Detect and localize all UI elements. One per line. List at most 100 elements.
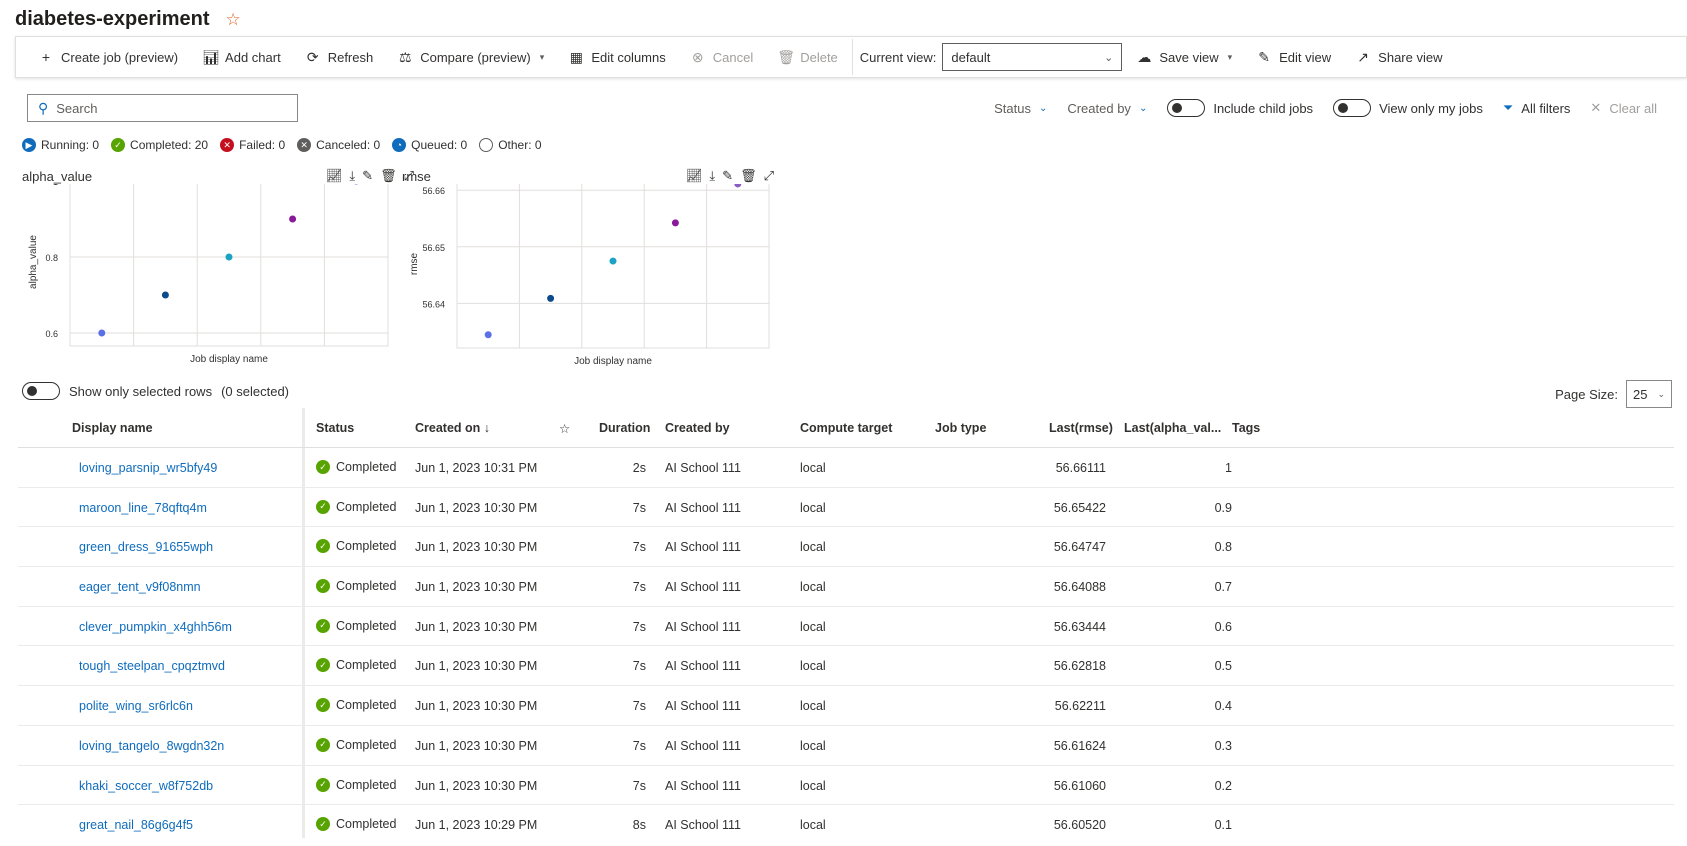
job-name-link[interactable]: eager_tent_v9f08nmn [79,580,201,594]
data-point[interactable] [671,219,679,227]
line-chart-icon[interactable]: 📈︎ [326,168,343,184]
status-cell: ✓ Completed [316,737,396,752]
view-only-my-jobs-toggle[interactable] [1333,99,1372,117]
col-tags[interactable]: Tags [1232,421,1260,435]
cancel-button[interactable]: ⊗ Cancel [690,49,753,66]
job-name-link[interactable]: loving_parsnip_wr5bfy49 [79,461,217,475]
last-alpha-cell: 0.1 [1214,818,1232,833]
job-name-link[interactable]: great_nail_86g6g4f5 [79,818,193,832]
refresh-button[interactable]: ⟳ Refresh [305,49,373,66]
data-point[interactable] [547,294,555,302]
cloud-upload-icon: ☁ [1137,48,1152,65]
edit-columns-button[interactable]: ▦ Edit columns [568,49,666,66]
page-title: diabetes-experiment [15,8,210,30]
col-status[interactable]: Status [316,421,354,435]
job-name-link[interactable]: clever_pumpkin_x4ghh56m [79,620,232,634]
y-tick-label: 56.66 [422,186,445,196]
last-rmse-cell: 56.60520 [1053,818,1106,833]
created-on-cell: Jun 1, 2023 10:30 PM [415,778,538,793]
add-chart-button[interactable]: 📊︎ Add chart [202,49,281,66]
table-row[interactable]: loving_parsnip_wr5bfy49 ✓ Completed Jun 1, … [18,448,1674,488]
status-filter-dropdown[interactable]: Status ⌄ [994,101,1047,116]
expand-icon[interactable]: ⤢ [764,168,774,184]
job-name-link[interactable]: loving_tangelo_8wgdn32n [79,739,224,753]
current-view-select[interactable]: default ⌄ [942,43,1123,71]
chart-header: alpha_value 📈︎ ⤓ ✎ 🗑︎ ⤢ [22,166,422,186]
data-point[interactable] [98,329,106,337]
created-by-cell: AI School 111 [665,500,741,515]
table-row[interactable]: great_nail_86g6g4f5 ✓ Completed Jun 1, 2023… [18,805,1674,838]
table-row[interactable]: loving_tangelo_8wgdn32n ✓ Completed Jun 1, … [18,726,1674,766]
download-icon[interactable]: ⤓ [709,168,715,184]
chevron-down-icon: ⌄ [1104,51,1114,64]
last-rmse-cell: 56.62211 [1054,699,1106,714]
col-job-type[interactable]: Job type [935,421,986,435]
include-child-jobs-toggle[interactable] [1167,99,1206,117]
star-column-icon[interactable]: ☆ [559,421,570,436]
table-row[interactable]: clever_pumpkin_x4ghh56m ✓ Completed Jun 1, … [18,607,1674,647]
pencil-icon: ✎ [1258,48,1270,65]
created-by-cell: AI School 111 [665,540,741,555]
col-created-by[interactable]: Created by [665,421,730,435]
job-name-link[interactable]: maroon_line_78qftq4m [79,501,207,515]
queued-count[interactable]: ◔ Queued: 0 [392,138,467,152]
trash-icon[interactable]: 🗑︎ [740,168,757,184]
compute-target-cell: local [800,461,826,475]
show-selected-toggle[interactable] [22,382,60,400]
clear-all-button[interactable]: ✕ Clear all [1590,100,1657,116]
table-row[interactable]: green_dress_91655wph ✓ Completed Jun 1, 202… [18,527,1674,568]
create-job-button[interactable]: + Create job (preview) [38,49,178,65]
created-by-cell: AI School 111 [665,619,741,634]
trash-icon[interactable]: 🗑︎ [380,168,397,184]
job-name-link[interactable]: polite_wing_sr6rlc6n [79,699,193,713]
created-by-filter-dropdown[interactable]: Created by ⌄ [1067,101,1147,116]
job-name-link[interactable]: tough_steelpan_cpqztmvd [79,659,225,673]
col-last-alpha[interactable]: Last(alpha_val... [1124,421,1221,435]
table-row[interactable]: eager_tent_v9f08nmn ✓ Completed Jun 1, 2023… [18,567,1674,607]
table-row[interactable]: maroon_line_78qftq4m ✓ Completed Jun 1, 202… [18,488,1674,528]
delete-button[interactable]: 🗑︎ Delete [777,49,838,66]
table-row[interactable]: khaki_soccer_w8f752db ✓ Completed Jun 1, 20… [18,766,1674,806]
alpha-value-scatter: 1 0.8 0.6 Job display name alpha_value [28,184,389,365]
toolbar-divider [851,39,853,75]
col-display-name[interactable]: Display name [72,421,153,435]
table-row[interactable]: polite_wing_sr6rlc6n ✓ Completed Jun 1, 202… [18,686,1674,726]
last-rmse-cell: 56.64747 [1053,540,1106,555]
line-chart-icon[interactable]: 📈︎ [686,168,703,184]
failed-count[interactable]: ✕ Failed: 0 [220,138,285,152]
other-count[interactable]: Other: 0 [479,138,542,152]
col-compute-target[interactable]: Compute target [800,421,892,435]
status-cell: ✓ Completed [316,460,396,474]
data-point[interactable] [289,215,297,223]
created-by-cell: AI School 111 [665,699,741,714]
favorite-star-icon[interactable]: ☆ [226,10,241,30]
edit-view-button[interactable]: ✎ Edit view [1256,49,1331,66]
running-count[interactable]: ▶ Running: 0 [22,138,99,152]
completed-count[interactable]: ✓ Completed: 20 [111,138,208,152]
data-point[interactable] [225,253,233,261]
pencil-icon[interactable]: ✎ [362,168,373,184]
status-cell: ✓ Completed [316,658,396,673]
download-icon[interactable]: ⤓ [349,168,355,184]
col-created-on[interactable]: Created on ↓ [415,421,490,435]
job-name-link[interactable]: green_dress_91655wph [79,540,213,554]
col-last-rmse[interactable]: Last(rmse) [1049,421,1113,435]
page-size-control: Page Size: 25 ⌄ [1555,380,1672,408]
data-point[interactable] [484,331,492,339]
data-point[interactable] [609,257,617,265]
table-row[interactable]: tough_steelpan_cpqztmvd ✓ Completed Jun 1, … [18,646,1674,687]
job-name-link[interactable]: khaki_soccer_w8f752db [79,779,213,793]
page-size-select[interactable]: 25 ⌄ [1626,380,1672,408]
data-point[interactable] [161,291,169,299]
last-rmse-cell: 56.62818 [1053,659,1106,674]
include-child-jobs-toggle-group: Include child jobs [1167,99,1313,117]
col-duration[interactable]: Duration [599,421,650,435]
check-circle-icon: ✓ [316,658,330,673]
canceled-count[interactable]: ✕ Canceled: 0 [297,138,380,152]
compare-button[interactable]: ⚖ Compare (preview) ▾ [397,49,544,66]
pencil-icon[interactable]: ✎ [722,168,733,184]
save-view-button[interactable]: ☁ Save view ▾ [1136,49,1232,66]
search-input[interactable]: ⚲ Search [27,94,298,122]
all-filters-button[interactable]: ⏷ All filters [1503,100,1571,116]
share-view-button[interactable]: ↗ Share view [1355,49,1442,66]
